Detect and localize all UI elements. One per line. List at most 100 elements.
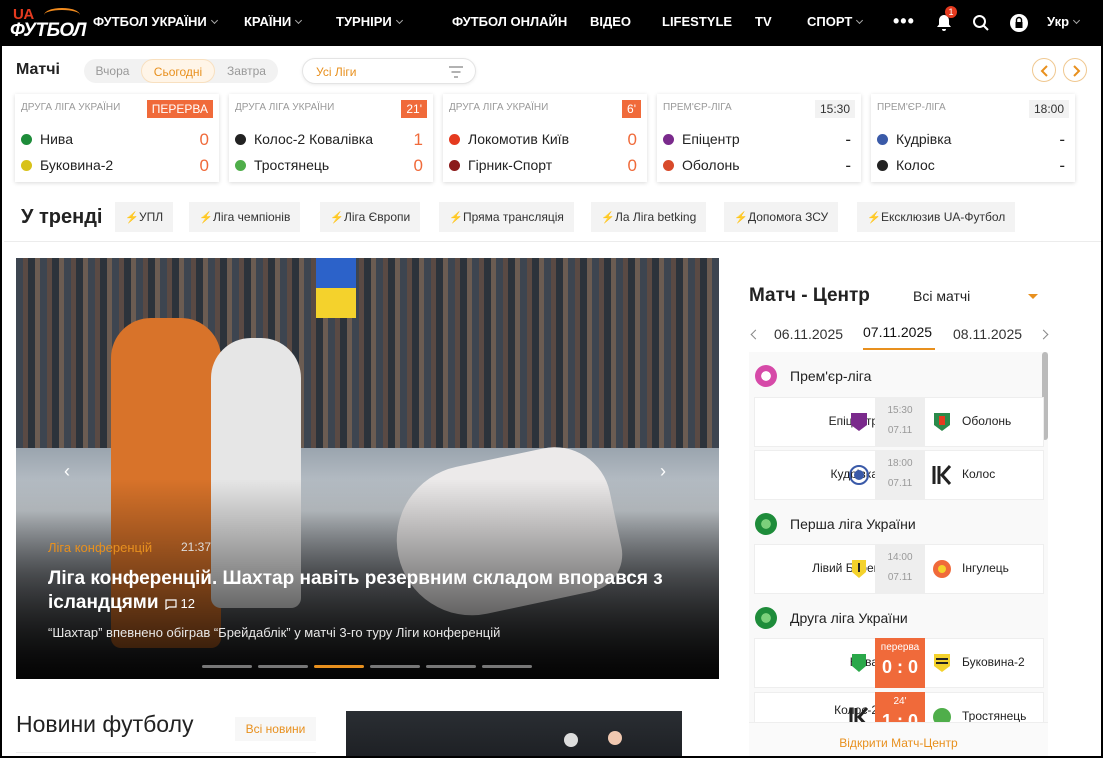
site-logo[interactable]: UA ФУТБОЛ (10, 6, 86, 41)
match-away: Інгулець (962, 561, 1009, 575)
match-card-home-score: 0 (627, 130, 637, 149)
slide-dot[interactable] (426, 665, 476, 668)
match-card-away: Колос (877, 157, 935, 173)
nav-countries[interactable]: КРАЇНИ (244, 14, 303, 29)
nav-video[interactable]: ВІДЕО (590, 14, 631, 29)
lightning-icon: ⚡ (734, 212, 748, 224)
match-row[interactable]: Кудрівка 18:0007.11 Колос (754, 450, 1044, 500)
chevron-down-icon (395, 16, 403, 25)
hero-subtitle: “Шахтар” впевнено обіграв “Брейдаблік” у… (48, 625, 501, 640)
match-card-league: ДРУГА ЛІГА УКРАЇНИ (21, 102, 121, 113)
match-card[interactable]: ПРЕМ'ЄР-ЛІГА 15:30 Епіцентр - Оболонь - (657, 94, 861, 182)
hero-next-icon[interactable]: › (660, 461, 666, 482)
trend-chip[interactable]: ⚡Пряма трансляція (439, 202, 574, 232)
date-tab[interactable]: 08.11.2025 (953, 326, 1022, 342)
hero-prev-icon[interactable]: ‹ (64, 461, 70, 482)
team-logo-icon (934, 654, 950, 672)
match-card-away-score: 0 (199, 156, 209, 175)
trend-chip[interactable]: ⚡Ліга Європи (320, 202, 421, 232)
trend-chip[interactable]: ⚡Ліга чемпіонів (189, 202, 301, 232)
nav-lifestyle[interactable]: LIFESTYLE (662, 14, 732, 29)
match-card-league: ПРЕМ'ЄР-ЛІГА (877, 102, 946, 113)
all-news-button[interactable]: Всі новини (235, 717, 316, 741)
nav-football-online[interactable]: ФУТБОЛ ОНЛАЙН (452, 14, 567, 29)
divider (4, 241, 1101, 242)
match-card-home: Нива (21, 131, 73, 147)
more-icon[interactable]: ••• (893, 12, 915, 30)
comment-count: 12 (164, 592, 195, 616)
tab-yesterday[interactable]: Вчора (84, 59, 141, 83)
nav-football-ukraine[interactable]: ФУТБОЛ УКРАЇНИ (93, 14, 218, 29)
trend-chip[interactable]: ⚡Ла Ліга betking (591, 202, 707, 232)
match-card[interactable]: ДРУГА ЛІГА УКРАЇНИ ПЕРЕРВА Нива 0 Букови… (15, 94, 219, 182)
trend-chip[interactable]: ⚡УПЛ (115, 202, 174, 232)
open-match-center-button[interactable]: Відкрити Матч-Центр (749, 722, 1048, 756)
match-away: Тростянець (962, 709, 1027, 723)
match-card-status: 18:00 (1028, 100, 1069, 118)
team-logo-icon (877, 133, 888, 145)
match-card[interactable]: ПРЕМ'ЄР-ЛІГА 18:00 Кудрівка - Колос - (871, 94, 1075, 182)
nav-sport[interactable]: СПОРТ (807, 14, 864, 29)
chevron-right-icon (1073, 65, 1081, 77)
match-card-league: ДРУГА ЛІГА УКРАЇНИ (235, 102, 335, 113)
caret-down-icon[interactable] (1028, 294, 1038, 299)
tab-today[interactable]: Сьогодні (141, 59, 215, 83)
team-logo-icon (849, 465, 869, 485)
team-logo-icon (21, 159, 32, 171)
tab-tomorrow[interactable]: Завтра (215, 59, 278, 83)
lightning-icon: ⚡ (330, 212, 344, 224)
match-card[interactable]: ДРУГА ЛІГА УКРАЇНИ 6' Локомотив Київ 0 Г… (443, 94, 647, 182)
date-tab-active[interactable]: 07.11.2025 (863, 324, 932, 340)
match-row[interactable]: Лівий Берег 14:00 07.11 Інгулець (754, 544, 1044, 594)
slide-dot[interactable] (482, 665, 532, 668)
date-prev-icon[interactable] (750, 329, 761, 340)
match-away: Буковина-2 (962, 655, 1025, 669)
top-navigation: UA ФУТБОЛ ФУТБОЛ УКРАЇНИ КРАЇНИ ТУРНІРИ … (2, 0, 1101, 46)
matches-prev-button[interactable] (1032, 58, 1056, 82)
match-time: 15:30 07.11 (875, 397, 925, 447)
slide-dot[interactable] (370, 665, 420, 668)
hero-category[interactable]: Ліга конференцій (48, 540, 152, 555)
match-card-home: Локомотив Київ (449, 131, 569, 147)
match-card-league: ПРЕМ'ЄР-ЛІГА (663, 102, 732, 113)
team-logo-icon (851, 413, 867, 431)
notification-badge: 1 (945, 6, 957, 18)
search-icon[interactable] (970, 12, 992, 34)
team-logo-icon (449, 133, 460, 145)
trend-chip[interactable]: ⚡Ексклюзив UA-Футбол (857, 202, 1016, 232)
match-card-home: Кудрівка (877, 131, 951, 147)
nav-tv[interactable]: TV (755, 14, 772, 29)
match-card-status: ПЕРЕРВА (146, 100, 213, 118)
premier-league-icon (755, 365, 777, 387)
match-row[interactable]: Нива перерва0 : 0 Буковина-2 (754, 638, 1044, 688)
hero-slider[interactable]: ‹ › Ліга конференцій 21:37 Ліга конферен… (16, 258, 719, 679)
hero-title[interactable]: Ліга конференцій. Шахтар навіть резервни… (48, 567, 688, 616)
lightning-icon: ⚡ (449, 212, 463, 224)
nav-tournaments[interactable]: ТУРНІРИ (336, 14, 403, 29)
language-select[interactable]: Укр (1047, 14, 1081, 29)
slide-dot[interactable] (258, 665, 308, 668)
news-image[interactable] (346, 711, 682, 756)
date-next-icon[interactable] (1038, 329, 1049, 340)
user-lock-icon[interactable] (1008, 12, 1030, 34)
match-card-home-score: 0 (199, 130, 209, 149)
slide-dot[interactable] (314, 665, 364, 668)
nav-label: КРАЇНИ (244, 14, 292, 29)
match-card[interactable]: ДРУГА ЛІГА УКРАЇНИ 21' Колос-2 Ковалівка… (229, 94, 433, 182)
chevron-down-icon (295, 16, 303, 25)
date-tab[interactable]: 06.11.2025 (774, 326, 843, 342)
team-logo-icon (932, 465, 952, 485)
matches-next-button[interactable] (1063, 58, 1087, 82)
league-filter[interactable]: Усі Ліги (302, 58, 476, 84)
team-logo-icon (663, 133, 674, 145)
comment-icon (164, 599, 177, 611)
slide-dot[interactable] (202, 665, 252, 668)
match-row[interactable]: Епіцентр 15:3007.11 Оболонь (754, 397, 1044, 447)
team-logo-icon (852, 654, 866, 672)
nav-label: ТУРНІРИ (336, 14, 392, 29)
trend-chip[interactable]: ⚡Допомога ЗСУ (724, 202, 839, 232)
match-center-select[interactable]: Всі матчі (913, 288, 970, 304)
team-logo-icon (449, 159, 460, 171)
match-time: 14:00 07.11 (875, 544, 925, 594)
league-header: Друга ліга України (755, 607, 908, 629)
